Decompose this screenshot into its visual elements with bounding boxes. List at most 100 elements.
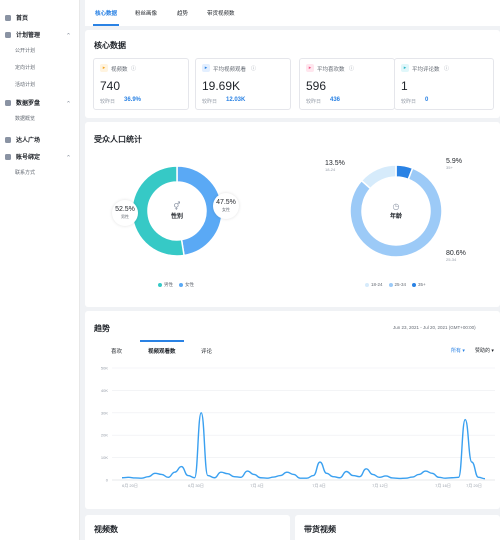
filter-sponsored[interactable]: 赞助的 ▾	[475, 347, 494, 354]
x-tick-label: 7月 12日	[372, 483, 388, 488]
legend-male: 男性	[158, 282, 173, 288]
trend-tab-comments[interactable]: 评论	[201, 347, 212, 355]
sidebar-item-10[interactable]: 联系方式	[0, 166, 79, 181]
video-count-title: 视频数	[94, 525, 118, 534]
metric-card: ▸ 视频数 ⓘ 740 较昨日 36.9%	[93, 58, 189, 110]
age-legend: 18-24 25-34 35+	[365, 282, 426, 287]
gender-male-label: 52.5% 男性	[112, 200, 138, 226]
compass-icon	[5, 99, 11, 106]
eye-icon: ▸	[202, 64, 210, 72]
metric-compare-label: 较昨日	[100, 99, 116, 105]
heart-icon: ▸	[306, 64, 314, 72]
series-line	[121, 412, 486, 480]
y-tick-label: 40K	[101, 388, 108, 393]
comment-icon: ▸	[401, 64, 409, 72]
gender-female-label: 47.5% 女性	[213, 193, 239, 219]
core-data-title: 核心数据	[94, 41, 126, 50]
gender-icon: ⚥	[173, 202, 181, 211]
sidebar-group-label: 首页	[16, 16, 29, 22]
sidebar-item-2[interactable]: 公开计划	[0, 44, 79, 59]
user-square-icon	[5, 136, 11, 143]
metric-label: 视频数	[111, 67, 128, 73]
sidebar-group-0[interactable]: 首页	[0, 10, 79, 25]
trend-tab-views[interactable]: 视频观看数	[148, 347, 176, 355]
trend-tab-likes[interactable]: 喜欢	[111, 347, 122, 355]
age-label-18-24: 13.5% 18-24	[325, 160, 345, 172]
help-icon[interactable]: ⓘ	[131, 65, 136, 72]
y-tick-label: 10K	[101, 455, 108, 460]
metric-change: 12.03K	[226, 97, 246, 103]
sidebar-group-8[interactable]: 达人广场	[0, 132, 79, 147]
y-tick-label: 0	[106, 478, 109, 483]
metric-card: ▸ 平均视频观看 ⓘ 19.69K 较昨日 12.03K	[195, 58, 291, 110]
metric-change: 436	[330, 97, 341, 103]
x-tick-label: 7月 20日	[466, 483, 482, 488]
tab-active-indicator	[93, 24, 119, 26]
help-icon[interactable]: ⓘ	[444, 65, 449, 72]
metric-compare-label: 较昨日	[202, 99, 218, 105]
metric-compare-label: 较昨日	[401, 99, 417, 105]
metric-change: 0	[425, 97, 429, 103]
trend-line-chart: 50K 40K 30K 20K 10K 0 6月 20日 6月 30日 7月 4日 7月 8日 7月…	[101, 366, 495, 488]
sidebar: 首页计划管理 ⌄ 公开计划定向计划活动计划数据罗盘 ⌄ 数据概览达人广场账号绑定 ⌄ 联系方…	[0, 0, 80, 540]
chevron-up-icon[interactable]: ⌄	[66, 31, 71, 38]
tab-trend[interactable]: 趋势	[177, 9, 188, 17]
sidebar-item-4[interactable]: 活动计划	[0, 78, 79, 93]
chevron-up-icon[interactable]: ⌄	[66, 99, 71, 106]
account-icon	[5, 153, 11, 160]
sidebar-group-9[interactable]: 账号绑定 ⌄	[0, 149, 79, 164]
sidebar-item-3[interactable]: 定向计划	[0, 61, 79, 76]
tab-commerce-videos[interactable]: 带货视频数	[207, 9, 235, 17]
tab-core-data[interactable]: 核心数据	[95, 9, 117, 17]
metric-compare-label: 较昨日	[306, 99, 322, 105]
legend-female: 女性	[179, 282, 194, 288]
sidebar-group-label: 账号绑定	[16, 155, 41, 161]
metric-card: ▸ 平均喜欢数 ⓘ 596 较昨日 436	[299, 58, 395, 110]
chevron-up-icon[interactable]: ⌄	[66, 153, 71, 160]
metric-change: 36.9%	[124, 97, 142, 103]
x-tick-label: 6月 30日	[188, 483, 204, 488]
metric-value: 1	[401, 79, 408, 93]
y-tick-label: 30K	[101, 410, 108, 415]
legend-18-24: 18-24	[365, 282, 383, 287]
audience-title: 受众人口统计	[94, 135, 142, 144]
plan-icon	[5, 31, 11, 38]
gender-legend: 男性 女性	[158, 282, 194, 288]
trend-tab-indicator	[140, 340, 184, 342]
metric-value: 19.69K	[202, 79, 241, 93]
metric-label: 平均视频观看	[213, 67, 247, 73]
legend-35plus: 35+	[412, 282, 426, 287]
home-icon	[5, 14, 11, 21]
age-label-25-34: 80.6% 25-34	[446, 250, 466, 262]
chevron-down-icon: ▾	[462, 348, 465, 354]
x-tick-label: 6月 20日	[122, 483, 138, 488]
x-tick-label: 7月 4日	[250, 483, 264, 488]
metric-card: ▸ 平均评论数 ⓘ 1 较昨日 0	[394, 58, 494, 110]
y-tick-label: 20K	[101, 433, 108, 438]
sidebar-group-1[interactable]: 计划管理 ⌄	[0, 27, 79, 42]
help-icon[interactable]: ⓘ	[349, 65, 354, 72]
metric-label: 平均评论数	[412, 67, 440, 73]
trend-date-range[interactable]: Jun 23, 2021 - Jul 20, 2021 (GMT+00:00)	[393, 325, 476, 330]
chevron-down-icon: ▾	[491, 348, 494, 354]
metric-value: 740	[100, 79, 121, 93]
sidebar-group-label: 达人广场	[16, 138, 41, 144]
help-icon[interactable]: ⓘ	[251, 65, 256, 72]
tab-fans-profile[interactable]: 粉丝画像	[135, 9, 157, 17]
sidebar-group-5[interactable]: 数据罗盘 ⌄	[0, 95, 79, 110]
filter-all[interactable]: 所有 ▾	[451, 347, 465, 354]
age-center-label: ◷ 年龄	[381, 202, 411, 220]
metric-label: 平均喜欢数	[317, 67, 345, 73]
top-tab-bar: 核心数据 粉丝画像 趋势 带货视频数	[85, 0, 500, 26]
commerce-video-title: 带货视频	[304, 525, 336, 534]
gender-center-label: ⚥ 性别	[162, 202, 192, 220]
sidebar-group-label: 计划管理	[16, 33, 41, 39]
trend-title: 趋势	[94, 324, 110, 333]
x-tick-label: 7月 16日	[435, 483, 451, 488]
sidebar-item-6[interactable]: 数据概览	[0, 112, 79, 127]
legend-25-34: 25-34	[388, 282, 406, 287]
age-label-35plus: 5.9% 35+	[446, 158, 462, 170]
clock-icon: ◷	[392, 202, 400, 211]
metric-value: 596	[306, 79, 327, 93]
sidebar-group-label: 数据罗盘	[16, 101, 41, 107]
